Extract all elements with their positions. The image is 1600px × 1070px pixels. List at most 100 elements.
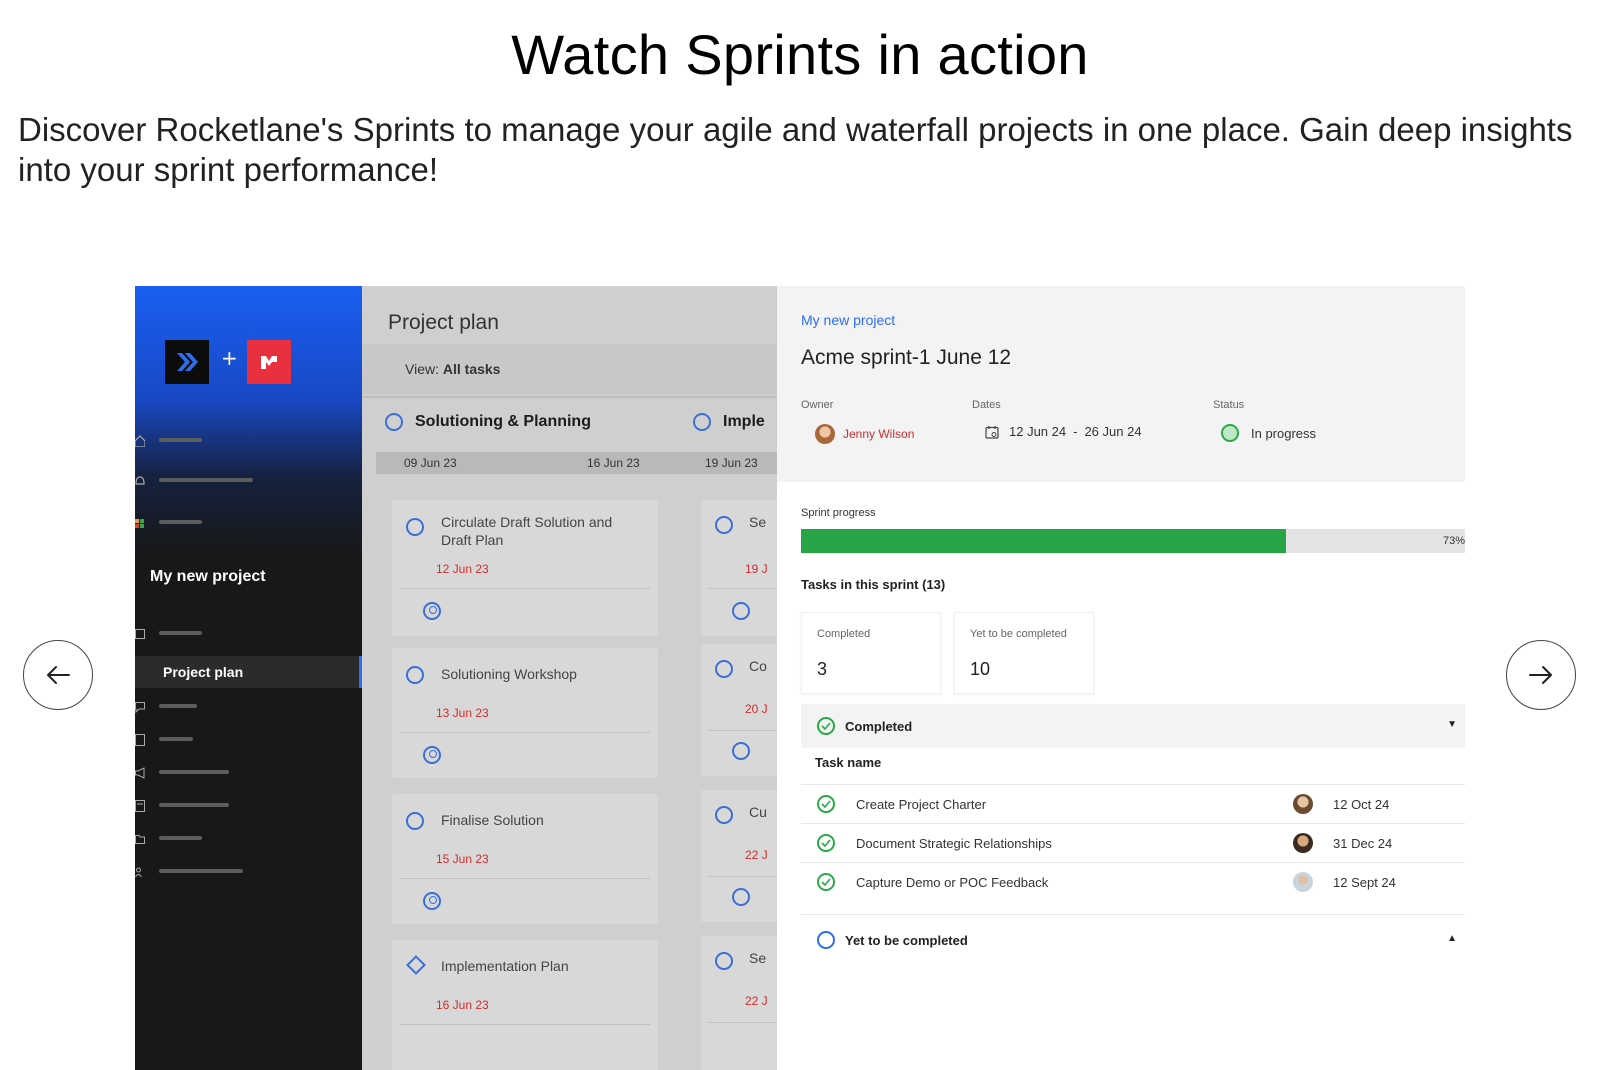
folder-icon [135, 832, 145, 844]
assignee-icon[interactable] [423, 746, 441, 764]
sidebar-item-project-plan[interactable]: Project plan [135, 656, 362, 688]
sidebar-item-label: Project plan [163, 664, 244, 680]
phase-header[interactable]: Solutioning & Planning [385, 413, 591, 431]
assignee-avatar [1293, 833, 1313, 853]
caret-down-icon[interactable]: ▼ [1447, 719, 1457, 730]
sidebar-placeholder-bar [159, 869, 243, 873]
column-header-task-name: Task name [815, 755, 882, 770]
project-plan-panel: Project plan View: All tasks Solutioning… [362, 286, 777, 1070]
open-circle-icon [817, 931, 835, 949]
task-card[interactable]: Co 20 J [701, 644, 777, 776]
milestone-icon [406, 955, 426, 975]
task-card-date: 16 Jun 23 [436, 998, 489, 1012]
task-card[interactable]: Se 22 J [701, 936, 777, 1070]
grid-icon [135, 627, 145, 639]
task-card[interactable]: Implementation Plan 16 Jun 23 [392, 940, 658, 1070]
sidebar-item-home[interactable] [135, 430, 202, 450]
assignee-icon[interactable] [423, 602, 441, 620]
progress-fill [801, 529, 1286, 553]
task-card[interactable]: Se 19 J [701, 500, 777, 636]
sidebar-placeholder-bar [159, 770, 229, 774]
assignee-icon[interactable] [732, 742, 750, 760]
status-label: Status [1213, 399, 1245, 411]
assignee-icon[interactable] [732, 602, 750, 620]
sidebar-item-updates[interactable] [135, 762, 229, 782]
view-prefix: View: [405, 361, 439, 377]
completed-group-header[interactable]: Completed ▼ [801, 704, 1465, 748]
assignee-icon[interactable] [423, 892, 441, 910]
view-selector[interactable]: View: All tasks [405, 361, 500, 377]
sidebar-item-apps[interactable] [135, 512, 202, 532]
phase-title: Imple [723, 413, 765, 430]
task-card-title: Implementation Plan [441, 958, 569, 974]
task-card-date: 22 J [745, 848, 768, 862]
pending-group-header[interactable]: Yet to be completed ▲ [801, 918, 1465, 962]
status-value: In progress [1251, 425, 1317, 441]
timeline-date: 19 Jun 23 [705, 456, 758, 470]
task-row[interactable]: Capture Demo or POC Feedback 12 Sept 24 [801, 863, 1465, 901]
megaphone-icon [135, 766, 145, 779]
task-card-title: Solutioning Workshop [441, 666, 577, 682]
task-row[interactable]: Document Strategic Relationships 31 Dec … [801, 824, 1465, 862]
task-card-title: Se [749, 514, 767, 530]
caret-up-icon[interactable]: ▲ [1447, 933, 1457, 944]
page-headline: Watch Sprints in action [511, 23, 1089, 86]
sprint-detail-panel: My new project Acme sprint-1 June 12 Own… [777, 286, 1465, 1070]
divider [801, 914, 1465, 915]
divider [709, 730, 777, 731]
sidebar-item-files[interactable] [135, 828, 202, 848]
plan-title: Project plan [388, 311, 499, 334]
owner-label: Owner [801, 399, 834, 411]
carousel-prev-button[interactable] [23, 640, 93, 710]
task-row[interactable]: Create Project Charter 12 Oct 24 [801, 785, 1465, 823]
sidebar-item-documents[interactable] [135, 729, 193, 749]
task-card[interactable]: Solutioning Workshop 13 Jun 23 [392, 648, 658, 778]
sidebar-item-forms[interactable] [135, 795, 229, 815]
task-card[interactable]: Cu 22 J [701, 790, 777, 922]
view-value: All tasks [442, 361, 501, 377]
divider [400, 588, 650, 589]
sidebar-placeholder-bar [159, 737, 193, 741]
sidebar-item-conversations[interactable] [135, 696, 197, 716]
task-status-icon [715, 806, 733, 824]
check-circle-icon[interactable] [817, 873, 835, 891]
task-status-icon [715, 660, 733, 678]
check-circle-icon[interactable] [817, 834, 835, 852]
check-circle-icon[interactable] [817, 795, 835, 813]
assignee-icon[interactable] [732, 888, 750, 906]
breadcrumb-project-link[interactable]: My new project [801, 312, 895, 328]
sidebar-placeholder-bar [159, 803, 229, 807]
status-field[interactable]: In progress [1221, 424, 1316, 442]
group-title: Yet to be completed [845, 932, 968, 948]
phase-status-icon [385, 413, 403, 431]
partner-logo [247, 340, 291, 384]
carousel-next-button[interactable] [1506, 640, 1576, 710]
stat-value: 10 [970, 659, 991, 679]
sidebar-placeholder-bar [159, 704, 197, 708]
task-card[interactable]: Circulate Draft Solution and Draft Plan … [392, 500, 658, 636]
task-status-icon [715, 952, 733, 970]
progress-label: Sprint progress [801, 507, 876, 519]
phase-status-icon [693, 413, 711, 431]
sidebar-placeholder-bar [159, 478, 253, 482]
app-sidebar: + My new project Project plan [135, 286, 362, 1070]
task-card[interactable]: Finalise Solution 15 Jun 23 [392, 794, 658, 924]
divider [709, 1022, 777, 1023]
dates-field[interactable]: 12 Jun 24 - 26 Jun 24 [985, 424, 1142, 439]
divider [400, 878, 650, 879]
task-card-title: Cu [749, 804, 767, 820]
bell-icon [135, 474, 145, 486]
form-icon [135, 799, 145, 812]
assignee-avatar [1293, 872, 1313, 892]
owner-field[interactable]: Jenny Wilson [815, 424, 914, 444]
sidebar-item-notifications[interactable] [135, 470, 253, 490]
sprint-progress-bar: 73% [801, 529, 1465, 553]
sidebar-item-team[interactable] [135, 861, 243, 881]
task-card-date: 15 Jun 23 [436, 852, 489, 866]
task-status-icon [406, 812, 424, 830]
phase-title: Solutioning & Planning [415, 413, 591, 430]
phase-header[interactable]: Imple [693, 413, 765, 431]
sidebar-item-overview[interactable] [135, 623, 202, 643]
task-card-date: 13 Jun 23 [436, 706, 489, 720]
stat-value: 3 [817, 659, 828, 679]
